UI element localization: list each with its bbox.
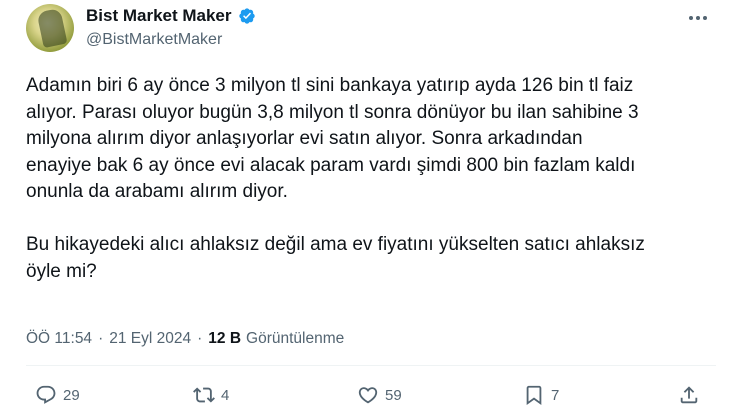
share-button[interactable] — [678, 384, 700, 406]
tweet-meta: ÖÖ 11:54 · 21 Eyl 2024 · 12 B Görüntülen… — [26, 330, 344, 348]
author-avatar[interactable] — [26, 4, 74, 52]
more-options-icon[interactable] — [686, 10, 710, 26]
author-display-name[interactable]: Bist Market Maker — [86, 6, 232, 26]
repost-count: 4 — [221, 386, 230, 404]
meta-separator: · — [98, 330, 104, 347]
heart-icon — [358, 387, 378, 404]
avatar-figure — [36, 7, 68, 49]
like-count: 59 — [385, 386, 402, 404]
reply-button[interactable]: 29 — [35, 384, 80, 406]
tweet-text: Adamın biri 6 ay önce 3 milyon tl sini b… — [26, 75, 645, 282]
author-handle[interactable]: @BistMarketMaker — [86, 31, 222, 49]
share-icon — [680, 386, 698, 404]
tweet-time[interactable]: ÖÖ 11:54 — [26, 330, 92, 348]
repost-button[interactable]: 4 — [193, 384, 229, 406]
author-name-row: Bist Market Maker — [86, 6, 256, 26]
verified-badge-icon — [238, 7, 256, 25]
repost-icon — [193, 387, 215, 403]
bookmark-count: 7 — [551, 386, 560, 404]
bookmark-icon — [526, 385, 542, 406]
reply-count: 29 — [63, 386, 80, 404]
tweet-date[interactable]: 21 Eyl 2024 — [109, 330, 191, 348]
meta-separator-2: · — [197, 330, 203, 347]
action-bar: 29 4 59 7 — [0, 384, 730, 414]
bookmark-button[interactable]: 7 — [523, 384, 559, 406]
views-count: 12 B — [208, 330, 242, 347]
reply-icon — [36, 385, 56, 404]
divider — [26, 365, 716, 366]
views-label: Görüntülenme — [246, 330, 345, 347]
like-button[interactable]: 59 — [357, 384, 402, 406]
